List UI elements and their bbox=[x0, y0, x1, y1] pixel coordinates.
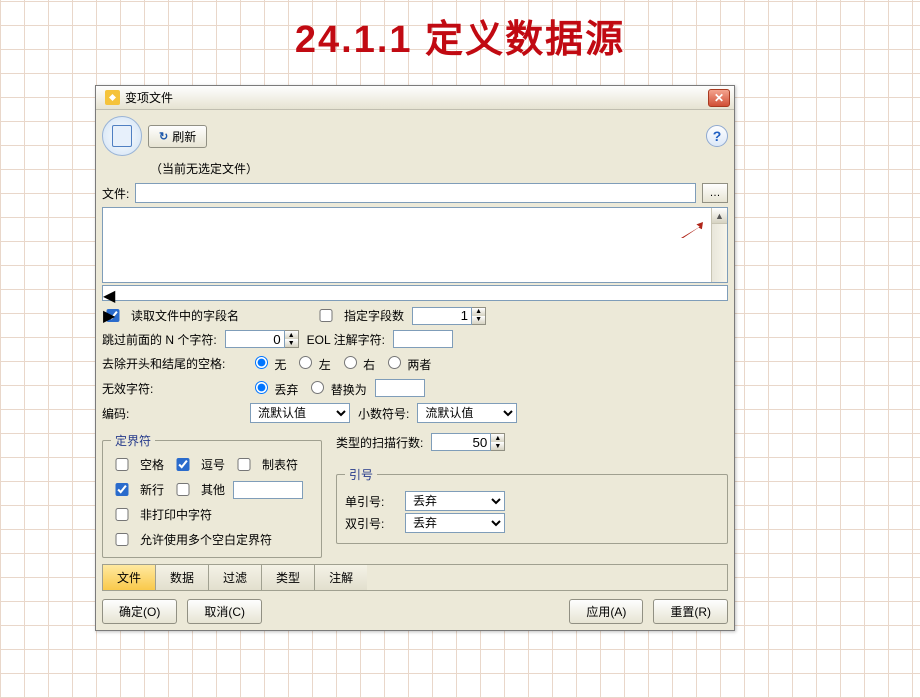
file-label: 文件: bbox=[102, 185, 129, 202]
invalid-replace-input[interactable] bbox=[375, 379, 425, 397]
eol-label: EOL 注解字符: bbox=[307, 331, 385, 348]
delim-newline-checkbox[interactable] bbox=[115, 483, 129, 496]
window-icon bbox=[105, 90, 120, 105]
apply-button[interactable]: 应用(A) bbox=[569, 599, 643, 624]
scan-rows-row: 类型的扫描行数: ▲▼ bbox=[336, 433, 728, 451]
single-quote-label: 单引号: bbox=[345, 493, 397, 510]
help-button[interactable]: ? bbox=[706, 125, 728, 147]
encoding-row: 编码: 流默认值 小数符号: 流默认值 bbox=[102, 403, 728, 423]
tab-filter[interactable]: 过滤 bbox=[209, 565, 262, 590]
tab-annot[interactable]: 注解 bbox=[315, 565, 367, 590]
tabs: 文件 数据 过滤 类型 注解 bbox=[102, 564, 728, 591]
delim-space-checkbox[interactable] bbox=[115, 458, 129, 471]
preview-hscroll[interactable]: ◀ ▶ bbox=[102, 285, 728, 301]
node-icon bbox=[102, 116, 142, 156]
tab-data[interactable]: 数据 bbox=[156, 565, 209, 590]
scan-rows-label: 类型的扫描行数: bbox=[336, 434, 423, 451]
invalid-replace-option[interactable]: 替换为 bbox=[306, 378, 366, 398]
cancel-button[interactable]: 取消(C) bbox=[187, 599, 262, 624]
decimal-label: 小数符号: bbox=[358, 405, 409, 422]
chevron-up-icon[interactable]: ▲ bbox=[491, 434, 504, 442]
titlebar: 变项文件 ✕ bbox=[96, 86, 734, 110]
delim-other-checkbox[interactable] bbox=[176, 483, 190, 496]
delim-other-input[interactable] bbox=[233, 481, 303, 499]
delimiter-group: 定界符 空格 逗号 制表符 新行 其他 非打印中字符 bbox=[102, 432, 322, 558]
refresh-label: 刷新 bbox=[172, 128, 196, 145]
trim-none-option[interactable]: 无 bbox=[250, 353, 286, 373]
trim-right-option[interactable]: 右 bbox=[339, 353, 375, 373]
skip-chars-label: 跳过前面的 N 个字符: bbox=[102, 331, 217, 348]
scan-rows-stepper[interactable]: ▲▼ bbox=[431, 433, 505, 451]
slide-title: 24.1.1 定义数据源 bbox=[0, 8, 920, 63]
delimiter-legend: 定界符 bbox=[111, 432, 155, 449]
trim-left-option[interactable]: 左 bbox=[294, 353, 330, 373]
chevron-up-icon[interactable]: ▲ bbox=[285, 331, 298, 339]
encoding-select[interactable]: 流默认值 bbox=[250, 403, 350, 423]
tab-file[interactable]: 文件 bbox=[103, 565, 156, 590]
lower-columns: 定界符 空格 逗号 制表符 新行 其他 非打印中字符 bbox=[102, 428, 728, 558]
preview-vscroll[interactable]: ▲ bbox=[711, 208, 727, 282]
annotation-arrow-icon bbox=[681, 222, 703, 238]
trim-label: 去除开头和结尾的空格: bbox=[102, 355, 242, 372]
scroll-right-icon[interactable]: ▶ bbox=[103, 306, 727, 326]
file-input[interactable] bbox=[135, 183, 696, 203]
file-preview: ▲ bbox=[102, 207, 728, 283]
skip-chars-stepper[interactable]: ▲▼ bbox=[225, 330, 299, 348]
refresh-button[interactable]: ↻ 刷新 bbox=[148, 125, 207, 148]
dialog-buttons: 确定(O) 取消(C) 应用(A) 重置(R) bbox=[102, 599, 728, 624]
scroll-up-icon[interactable]: ▲ bbox=[712, 208, 727, 224]
invalid-row: 无效字符: 丢弃 替换为 bbox=[102, 378, 728, 398]
encoding-label: 编码: bbox=[102, 405, 242, 422]
reset-button[interactable]: 重置(R) bbox=[653, 599, 728, 624]
close-icon: ✕ bbox=[714, 91, 724, 105]
double-quote-select[interactable]: 丢弃 bbox=[405, 513, 505, 533]
variable-file-dialog: 变项文件 ✕ ↻ 刷新 ? （当前无选定文件） 文件: … ▲ bbox=[95, 85, 735, 631]
delim-multi-checkbox[interactable] bbox=[115, 533, 129, 546]
refresh-icon: ↻ bbox=[159, 130, 168, 143]
top-row: ↻ 刷新 ? bbox=[102, 116, 728, 156]
skip-chars-input[interactable] bbox=[225, 330, 285, 348]
chevron-down-icon[interactable]: ▼ bbox=[491, 442, 504, 450]
ok-button[interactable]: 确定(O) bbox=[102, 599, 177, 624]
trim-row: 去除开头和结尾的空格: 无 左 右 两者 bbox=[102, 353, 728, 373]
delim-tab-checkbox[interactable] bbox=[237, 458, 251, 471]
file-row: 文件: … bbox=[102, 183, 728, 203]
no-file-label: （当前无选定文件） bbox=[150, 160, 728, 177]
close-button[interactable]: ✕ bbox=[708, 89, 730, 107]
scan-rows-input[interactable] bbox=[431, 433, 491, 451]
tab-types[interactable]: 类型 bbox=[262, 565, 315, 590]
invalid-discard-option[interactable]: 丢弃 bbox=[250, 378, 298, 398]
eol-input[interactable] bbox=[393, 330, 453, 348]
skip-chars-row: 跳过前面的 N 个字符: ▲▼ EOL 注解字符: bbox=[102, 330, 728, 348]
invalid-label: 无效字符: bbox=[102, 380, 242, 397]
window-title: 变项文件 bbox=[125, 89, 708, 106]
trim-both-option[interactable]: 两者 bbox=[383, 353, 431, 373]
quotes-group: 引号 单引号: 丢弃 双引号: 丢弃 bbox=[336, 466, 728, 544]
decimal-select[interactable]: 流默认值 bbox=[417, 403, 517, 423]
quotes-legend: 引号 bbox=[345, 466, 377, 483]
browse-button[interactable]: … bbox=[702, 183, 728, 203]
scroll-left-icon[interactable]: ◀ bbox=[103, 286, 727, 306]
dialog-body: ↻ 刷新 ? （当前无选定文件） 文件: … ▲ ◀ ▶ 读取文件中的字段名 bbox=[96, 110, 734, 630]
chevron-down-icon[interactable]: ▼ bbox=[285, 339, 298, 347]
double-quote-label: 双引号: bbox=[345, 515, 397, 532]
delim-nonprint-checkbox[interactable] bbox=[115, 508, 129, 521]
delim-comma-checkbox[interactable] bbox=[176, 458, 190, 471]
single-quote-select[interactable]: 丢弃 bbox=[405, 491, 505, 511]
